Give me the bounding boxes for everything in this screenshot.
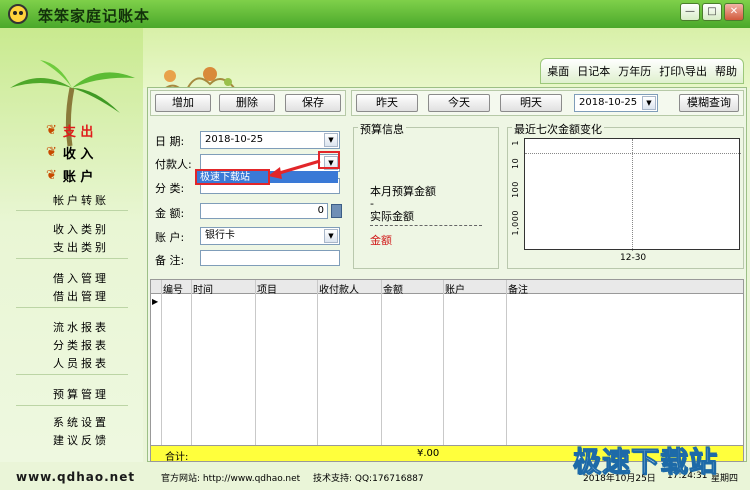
chart-gridline [525, 153, 741, 154]
account-select[interactable]: 银行卡 ▼ [200, 227, 340, 245]
amount-status: 金额 [370, 234, 392, 247]
divider [16, 307, 128, 308]
chart-plot-area [524, 138, 741, 251]
category-label: 分 类: [155, 182, 185, 195]
date-toolbar: 昨天 今天 明天 2018-10-25 ▼ 模糊查询 [351, 90, 744, 116]
account-label: 账 户: [155, 231, 185, 244]
sidebar-item-settings[interactable]: 系统设置 [46, 414, 116, 430]
main-panel: 增加 删除 保存 昨天 今天 明天 2018-10-25 ▼ 模糊查询 日 期:… [147, 87, 747, 463]
amount-field[interactable]: 0 [200, 203, 328, 219]
add-button[interactable]: 增加 [155, 94, 211, 112]
sidebar-item-borrow-out[interactable]: 借出管理 [46, 288, 116, 304]
chart-title: 最近七次金额变化 [512, 121, 604, 137]
divider [16, 258, 128, 259]
window-controls: — □ ✕ [680, 3, 744, 21]
minimize-button[interactable]: — [680, 3, 700, 21]
column-header-item[interactable]: 项目 [257, 281, 277, 296]
amount-label: 金 额: [155, 207, 185, 220]
actual-amount-label: 实际金额 [370, 210, 414, 223]
highlight-box [195, 169, 270, 185]
sidebar-item-transfer[interactable]: 帐户转账 [46, 192, 116, 208]
today-button[interactable]: 今天 [428, 94, 490, 112]
column-header-time[interactable]: 时间 [193, 281, 213, 296]
close-button[interactable]: ✕ [724, 3, 744, 21]
column-header-id[interactable]: 编号 [163, 281, 183, 296]
sidebar-item-person-report[interactable]: 人员报表 [46, 355, 116, 371]
y-tick-1: 1 [511, 140, 520, 146]
note-label: 备 注: [155, 254, 185, 267]
budget-title: 预算信息 [358, 121, 406, 137]
sidebar-item-income[interactable]: ❦ 收 入 [46, 143, 126, 162]
sidebar-item-feedback[interactable]: 建议反馈 [46, 432, 116, 448]
menu-help[interactable]: 帮助 [715, 63, 737, 79]
status-support: 技术支持: QQ:176716887 [313, 474, 424, 484]
title-bar: 笨笨家庭记账本 — □ ✕ [0, 0, 750, 28]
arrow-annotation-icon [268, 159, 321, 179]
row-pointer-icon: ▶ [152, 297, 159, 306]
chevron-down-icon[interactable]: ▼ [324, 229, 338, 243]
edit-toolbar: 增加 删除 保存 [150, 90, 346, 116]
sidebar-item-borrow-in[interactable]: 借入管理 [46, 270, 116, 286]
x-tick-label: 12-30 [620, 253, 647, 263]
delete-button[interactable]: 删除 [219, 94, 275, 112]
sidebar-item-income-category[interactable]: 收入类别 [46, 221, 116, 237]
trend-chart-panel: 最近七次金额变化 1,000 100 10 1 12-30 [507, 121, 744, 269]
butterfly-icon: ❦ [46, 168, 57, 183]
divider [16, 405, 128, 406]
sidebar-item-account[interactable]: ❦ 账 户 [46, 166, 126, 185]
menu-calendar[interactable]: 万年历 [618, 63, 651, 79]
column-header-account[interactable]: 账户 [445, 281, 465, 296]
menu-diary[interactable]: 日记本 [577, 63, 610, 79]
butterfly-icon: ❦ [46, 123, 57, 138]
divider [370, 225, 482, 226]
sidebar-item-expense-category[interactable]: 支出类别 [46, 239, 116, 255]
menu-print-export[interactable]: 打印\导出 [659, 63, 707, 79]
month-budget-label: 本月预算金额 [370, 185, 436, 198]
calculator-icon[interactable] [331, 204, 342, 218]
records-table[interactable]: 编号 时间 项目 收付款人 金额 账户 备注 ▶ 合计: ¥.00 [150, 279, 744, 463]
y-tick-10: 10 [511, 157, 520, 169]
app-title: 笨笨家庭记账本 [38, 7, 151, 25]
column-header-note[interactable]: 备注 [508, 281, 528, 296]
divider [16, 210, 128, 211]
save-button[interactable]: 保存 [285, 94, 341, 112]
date-label: 日 期: [155, 135, 185, 148]
next-day-button[interactable]: 明天 [500, 94, 562, 112]
chevron-down-icon[interactable]: ▼ [324, 133, 338, 147]
note-field[interactable] [200, 250, 340, 266]
sidebar-item-category-report[interactable]: 分类报表 [46, 337, 116, 353]
y-tick-100: 100 [511, 181, 520, 198]
toolbar-date-picker[interactable]: 2018-10-25 ▼ [574, 94, 658, 112]
status-website: 官方网站: http://www.qdhao.net [161, 474, 301, 484]
sidebar-item-expense[interactable]: ❦ 支 出 [46, 121, 126, 140]
chart-y-ticks: 1,000 100 10 1 [511, 140, 520, 235]
budget-panel: 预算信息 本月预算金额 - 实际金额 金额 [353, 121, 499, 269]
app-logo-icon [8, 4, 28, 24]
column-header-payee[interactable]: 收付款人 [319, 281, 359, 296]
chevron-down-icon[interactable]: ▼ [642, 96, 656, 110]
maximize-button[interactable]: □ [702, 3, 722, 21]
top-menu: 桌面 日记本 万年历 打印\导出 帮助 [540, 58, 744, 84]
payee-label: 付款人: [155, 158, 192, 171]
column-header-amount[interactable]: 金额 [383, 281, 403, 296]
y-tick-1000: 1,000 [511, 210, 520, 236]
total-label: 合计: [165, 452, 189, 463]
sidebar-website: www.qdhao.net [16, 470, 136, 484]
chart-gridline [632, 139, 633, 251]
divider [16, 374, 128, 375]
fuzzy-search-button[interactable]: 模糊查询 [679, 94, 739, 112]
watermark-logo: 极速下载站 [572, 445, 719, 479]
prev-day-button[interactable]: 昨天 [356, 94, 418, 112]
date-picker[interactable]: 2018-10-25 ▼ [200, 131, 340, 149]
total-amount: ¥.00 [417, 448, 440, 459]
sidebar-item-budget[interactable]: 预算管理 [46, 386, 116, 402]
menu-desktop[interactable]: 桌面 [547, 63, 569, 79]
sidebar-item-flow-report[interactable]: 流水报表 [46, 319, 116, 335]
butterfly-icon: ❦ [46, 145, 57, 160]
